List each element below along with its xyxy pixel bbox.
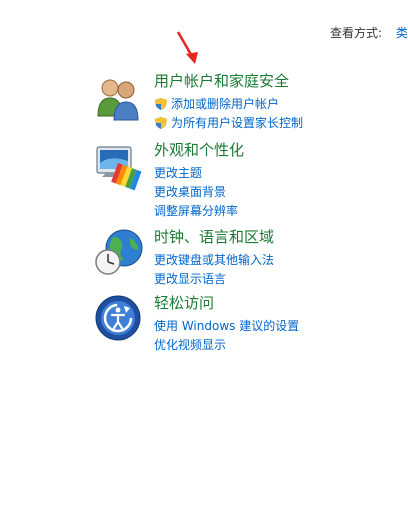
link-label: 调整屏幕分辨率 — [154, 204, 239, 218]
category-title[interactable]: 时钟、语言和区域 — [154, 228, 274, 246]
users-icon — [97, 79, 139, 121]
category-title[interactable]: 轻松访问 — [154, 294, 214, 312]
link-label: 更改主题 — [154, 166, 203, 180]
monitor-palette-icon — [96, 146, 142, 191]
annotation-arrow-icon — [176, 31, 198, 64]
link-label: 为所有用户设置家长控制 — [171, 116, 304, 130]
link-label: 更改桌面背景 — [154, 185, 227, 199]
link-label: 优化视频显示 — [154, 338, 227, 352]
link-label: 更改键盘或其他输入法 — [154, 253, 275, 267]
view-mode-label: 查看方式: — [330, 26, 383, 40]
uac-shield-icon — [155, 97, 167, 110]
change-theme-link[interactable]: 更改主题 — [154, 163, 238, 182]
ease-of-access-icon — [95, 295, 141, 341]
view-mode-dropdown[interactable]: 类别 — [396, 26, 408, 40]
optimize-visual-display-link[interactable]: 优化视频显示 — [154, 335, 299, 354]
category-title[interactable]: 用户帐户和家庭安全 — [154, 72, 289, 90]
change-display-language-link[interactable]: 更改显示语言 — [154, 269, 274, 288]
link-label: 添加或删除用户帐户 — [171, 97, 280, 111]
change-desktop-background-link[interactable]: 更改桌面背景 — [154, 182, 238, 201]
link-label: 更改显示语言 — [154, 272, 227, 286]
category-title[interactable]: 外观和个性化 — [154, 141, 244, 159]
link-label: 使用 Windows 建议的设置 — [154, 319, 300, 333]
globe-clock-icon — [95, 229, 143, 275]
windows-recommended-settings-link[interactable]: 使用 Windows 建议的设置 — [154, 316, 299, 335]
parental-controls-link[interactable]: 为所有用户设置家长控制 — [154, 113, 303, 132]
view-mode-bar: 查看方式: 类别 — [330, 24, 408, 41]
uac-shield-icon — [155, 116, 167, 129]
add-remove-accounts-link[interactable]: 添加或删除用户帐户 — [154, 94, 303, 113]
adjust-screen-resolution-link[interactable]: 调整屏幕分辨率 — [154, 201, 238, 220]
change-input-method-link[interactable]: 更改键盘或其他输入法 — [154, 250, 274, 269]
